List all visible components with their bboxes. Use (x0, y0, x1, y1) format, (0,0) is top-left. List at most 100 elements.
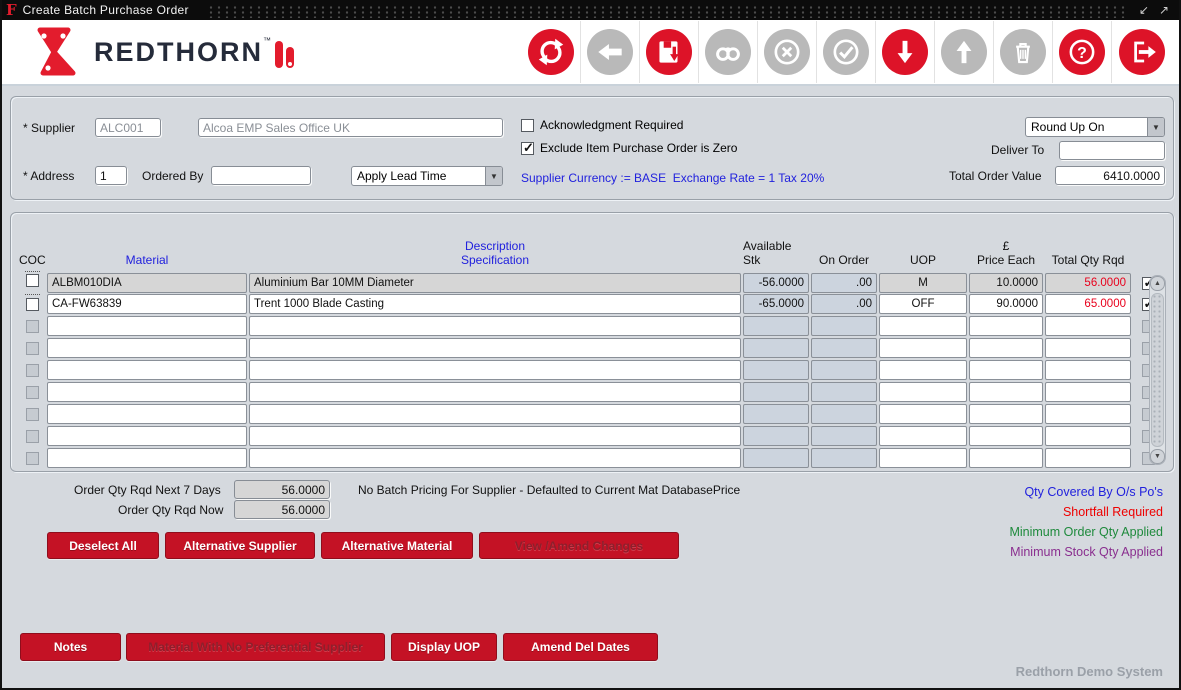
table-row (19, 447, 1143, 469)
total-qty-cell[interactable]: 56.0000 (1045, 273, 1131, 293)
uop-cell[interactable] (879, 426, 967, 446)
material-cell[interactable] (47, 382, 247, 402)
coc-checkbox (26, 364, 39, 377)
description-cell[interactable]: Aluminium Bar 10MM Diameter (249, 273, 741, 293)
description-cell[interactable] (249, 448, 741, 468)
price-each-cell[interactable] (969, 426, 1043, 446)
description-cell[interactable] (249, 404, 741, 424)
maximize-icon[interactable]: ↗ (1159, 3, 1169, 17)
price-each-cell[interactable] (969, 316, 1043, 336)
delete-button[interactable] (1000, 29, 1046, 75)
total-order-value-label: Total Order Value (949, 169, 1042, 183)
uop-cell[interactable] (879, 316, 967, 336)
help-button[interactable]: ? (1059, 29, 1105, 75)
grid-header-row: COC Material DescriptionSpecification Av… (19, 219, 1143, 271)
material-cell[interactable]: CA-FW63839 (47, 294, 247, 314)
available-stk-cell: -65.0000 (743, 294, 809, 314)
supplier-name-field[interactable]: Alcoa EMP Sales Office UK (198, 118, 503, 137)
description-cell[interactable] (249, 316, 741, 336)
uop-cell[interactable] (879, 448, 967, 468)
on-order-cell (811, 426, 877, 446)
exit-button[interactable] (1119, 29, 1165, 75)
no-preferential-supplier-button[interactable]: Material With No Preferential Supplier (126, 633, 385, 661)
ack-required-checkbox[interactable] (521, 119, 534, 132)
deliver-to-field[interactable] (1059, 141, 1165, 160)
ordered-by-field[interactable] (211, 166, 311, 185)
brand-tm: ™ (263, 36, 271, 45)
total-qty-cell[interactable] (1045, 338, 1131, 358)
supplier-code-field[interactable]: ALC001 (95, 118, 161, 137)
header-description[interactable]: DescriptionSpecification (249, 239, 741, 267)
on-order-cell (811, 404, 877, 424)
back-button[interactable] (587, 29, 633, 75)
view-amend-changes-button[interactable]: View /Amend Changes (479, 532, 679, 559)
uop-cell[interactable] (879, 404, 967, 424)
header-uop: UOP (879, 253, 967, 267)
material-cell[interactable] (47, 404, 247, 424)
price-each-cell[interactable]: 10.0000 (969, 273, 1043, 293)
uop-cell[interactable]: OFF (879, 294, 967, 314)
uop-cell[interactable]: M (879, 273, 967, 293)
total-qty-cell[interactable] (1045, 316, 1131, 336)
total-qty-cell[interactable] (1045, 382, 1131, 402)
deselect-all-button[interactable]: Deselect All (47, 532, 159, 559)
price-each-cell[interactable] (969, 404, 1043, 424)
description-cell[interactable]: Trent 1000 Blade Casting (249, 294, 741, 314)
round-up-dropdown[interactable]: Round Up On ▼ (1025, 117, 1165, 137)
scroll-down-icon[interactable]: ▼ (1150, 449, 1165, 464)
coc-checkbox[interactable] (26, 298, 39, 311)
notes-button[interactable]: Notes (20, 633, 121, 661)
display-uop-button[interactable]: Display UOP (391, 633, 497, 661)
total-qty-cell[interactable] (1045, 448, 1131, 468)
window-title: Create Batch Purchase Order (23, 3, 189, 17)
find-button[interactable] (705, 29, 751, 75)
material-cell[interactable] (47, 338, 247, 358)
total-qty-cell[interactable] (1045, 404, 1131, 424)
material-cell[interactable] (47, 360, 247, 380)
move-down-button[interactable] (882, 29, 928, 75)
cancel-button[interactable] (764, 29, 810, 75)
scrollbar-thumb[interactable] (1151, 293, 1164, 447)
chevron-down-icon[interactable]: ▼ (485, 167, 502, 185)
description-cell[interactable] (249, 426, 741, 446)
coc-checkbox[interactable] (26, 274, 39, 287)
material-cell[interactable] (47, 426, 247, 446)
vertical-scrollbar[interactable]: ▲ ▼ (1149, 275, 1166, 465)
price-each-cell[interactable] (969, 360, 1043, 380)
alternative-supplier-button[interactable]: Alternative Supplier (165, 532, 315, 559)
price-each-cell[interactable]: 90.0000 (969, 294, 1043, 314)
ok-button[interactable] (823, 29, 869, 75)
restore-icon[interactable]: ↙ (1139, 3, 1149, 17)
uop-cell[interactable] (879, 360, 967, 380)
description-cell[interactable] (249, 338, 741, 358)
total-qty-cell[interactable]: 65.0000 (1045, 294, 1131, 314)
move-up-button[interactable] (941, 29, 987, 75)
price-each-cell[interactable] (969, 338, 1043, 358)
amend-del-dates-button[interactable]: Amend Del Dates (503, 633, 658, 661)
chevron-down-icon[interactable]: ▼ (1147, 118, 1164, 136)
table-row (19, 381, 1143, 403)
title-bar: F Create Batch Purchase Order ↙ ↗ (2, 0, 1179, 20)
header-material[interactable]: Material (47, 253, 247, 267)
material-cell[interactable] (47, 316, 247, 336)
price-each-cell[interactable] (969, 382, 1043, 402)
uop-cell[interactable] (879, 382, 967, 402)
price-each-cell[interactable] (969, 448, 1043, 468)
toolbar: ? (522, 21, 1171, 83)
alternative-material-button[interactable]: Alternative Material (321, 532, 473, 559)
total-qty-cell[interactable] (1045, 426, 1131, 446)
description-cell[interactable] (249, 360, 741, 380)
material-cell[interactable]: ALBM010DIA (47, 273, 247, 293)
titlebar-grip[interactable] (207, 5, 1125, 18)
exclude-zero-checkbox[interactable] (521, 142, 534, 155)
scroll-up-icon[interactable]: ▲ (1150, 276, 1165, 291)
exclude-zero-label: Exclude Item Purchase Order is Zero (540, 141, 737, 155)
material-cell[interactable] (47, 448, 247, 468)
address-field[interactable]: 1 (95, 166, 127, 185)
lead-time-dropdown[interactable]: Apply Lead Time ▼ (351, 166, 503, 186)
uop-cell[interactable] (879, 338, 967, 358)
save-button[interactable] (646, 29, 692, 75)
refresh-button[interactable] (528, 29, 574, 75)
description-cell[interactable] (249, 382, 741, 402)
total-qty-cell[interactable] (1045, 360, 1131, 380)
